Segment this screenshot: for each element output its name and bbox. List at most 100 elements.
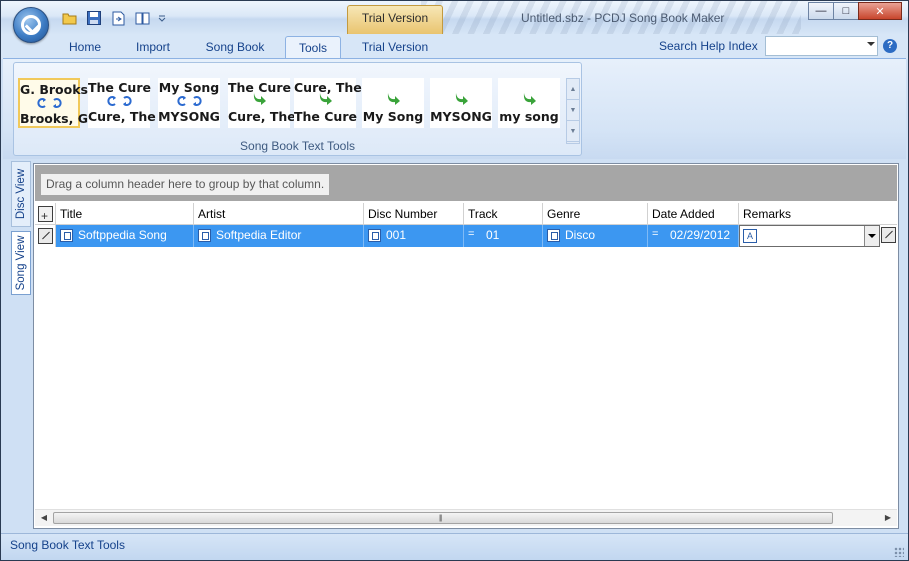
gallery-item-bottom-text: Brooks, G. bbox=[20, 111, 93, 126]
cell-artist[interactable]: Softpedia Editor bbox=[194, 225, 364, 247]
open-folder-icon[interactable] bbox=[61, 10, 79, 26]
gallery-item-case-swap[interactable]: My Song MYSONG bbox=[158, 78, 220, 128]
column-header-track[interactable]: Track bbox=[464, 203, 543, 225]
maximize-button[interactable]: □ bbox=[833, 2, 859, 20]
tab-disc-view[interactable]: Disc View bbox=[11, 161, 31, 227]
help-icon[interactable]: ? bbox=[883, 39, 897, 53]
equals-filter-icon: = bbox=[468, 228, 475, 240]
gallery-item-top-text: G. Brooks bbox=[20, 82, 88, 97]
gallery-item-bottom-text: The Cure bbox=[294, 109, 357, 124]
scroll-grip-icon: ||| bbox=[439, 515, 443, 522]
customize-toolbar-icon[interactable] bbox=[157, 10, 167, 26]
minimize-button[interactable]: — bbox=[808, 2, 834, 20]
gallery-item-top-text: The Cure bbox=[88, 80, 151, 95]
cell-disc-number[interactable]: 001 bbox=[364, 225, 464, 247]
green-down-arrow-icon bbox=[455, 93, 468, 105]
cell-track-text: 01 bbox=[486, 228, 500, 242]
text-field-icon bbox=[368, 229, 381, 242]
gallery-item-lower-case[interactable]: my song bbox=[498, 78, 560, 128]
export-document-icon[interactable] bbox=[109, 10, 127, 26]
column-chooser-button[interactable] bbox=[35, 203, 56, 225]
scroll-left-icon[interactable]: ◀ bbox=[39, 513, 49, 523]
column-header-artist[interactable]: Artist bbox=[194, 203, 364, 225]
gallery-item-top-text: My Song bbox=[158, 80, 220, 95]
column-header-disc-number[interactable]: Disc Number bbox=[364, 203, 464, 225]
cell-date-added-text: 02/29/2012 bbox=[670, 228, 731, 242]
column-header-title[interactable]: Title bbox=[56, 203, 194, 225]
gallery-scrollbar[interactable]: ▲ ▼ ▼ bbox=[566, 78, 580, 144]
column-header-row: Title Artist Disc Number Track Genre Dat… bbox=[35, 203, 897, 225]
window-controls: — □ ✕ bbox=[808, 2, 902, 20]
song-grid: Drag a column header here to group by th… bbox=[33, 163, 899, 529]
gallery-item-bottom-text: Cure, The bbox=[228, 109, 296, 124]
quick-access-toolbar bbox=[61, 10, 167, 28]
resize-grip-icon[interactable] bbox=[894, 547, 904, 557]
column-header-genre[interactable]: Genre bbox=[543, 203, 648, 225]
horizontal-scrollbar[interactable]: ◀ ||| ▶ bbox=[35, 509, 897, 526]
column-header-remarks[interactable]: Remarks bbox=[739, 203, 897, 225]
tab-song-view-label: Song View bbox=[15, 235, 27, 291]
column-header-date-added[interactable]: Date Added bbox=[648, 203, 739, 225]
gallery-item-bottom-text: Cure, The bbox=[88, 109, 156, 124]
green-down-arrow-icon bbox=[387, 93, 400, 105]
tab-tools[interactable]: Tools bbox=[285, 36, 341, 59]
cell-track[interactable]: = 01 bbox=[464, 225, 543, 247]
gallery-scroll-down-icon[interactable]: ▼ bbox=[567, 100, 579, 121]
status-text: Song Book Text Tools bbox=[10, 538, 125, 552]
tab-song-view[interactable]: Song View bbox=[11, 231, 31, 295]
cell-disc-number-text: 001 bbox=[386, 228, 407, 242]
save-icon[interactable] bbox=[85, 10, 103, 26]
column-chooser-icon[interactable] bbox=[38, 205, 53, 225]
tab-trial-version[interactable]: Trial Version bbox=[353, 36, 437, 59]
cell-date-added[interactable]: = 02/29/2012 bbox=[648, 225, 739, 247]
swap-arrows-icon bbox=[20, 97, 78, 109]
green-down-arrow-icon bbox=[253, 93, 266, 105]
green-down-arrow-icon bbox=[523, 93, 536, 105]
row-clear-filter-icon[interactable] bbox=[881, 227, 896, 243]
scroll-right-icon[interactable]: ▶ bbox=[883, 513, 893, 523]
gallery-item-move-article-end[interactable]: The Cure Cure, The bbox=[228, 78, 296, 128]
title-bar: Trial Version Untitled.sbz - PCDJ Song B… bbox=[1, 1, 908, 34]
tab-disc-view-label: Disc View bbox=[15, 168, 27, 220]
row-selector[interactable] bbox=[35, 225, 56, 247]
tab-import[interactable]: Import bbox=[124, 36, 182, 59]
cell-artist-text: Softpedia Editor bbox=[216, 228, 302, 242]
app-logo-icon bbox=[21, 15, 41, 35]
status-bar: Song Book Text Tools bbox=[1, 533, 908, 560]
contextual-tab-title: Trial Version bbox=[347, 5, 443, 34]
cell-title-text: Softppedia Song bbox=[78, 228, 167, 242]
group-by-hint: Drag a column header here to group by th… bbox=[41, 174, 330, 195]
gallery-item-bottom-text: MYSONG bbox=[158, 109, 220, 124]
gallery-item-article-swap[interactable]: The Cure Cure, The bbox=[88, 78, 156, 128]
chevron-down-icon[interactable] bbox=[864, 226, 879, 246]
song-book-icon[interactable] bbox=[133, 10, 151, 26]
gallery-scroll-up-icon[interactable]: ▲ bbox=[567, 79, 579, 100]
close-button[interactable]: ✕ bbox=[858, 2, 902, 20]
equals-filter-icon: = bbox=[652, 228, 659, 240]
chevron-down-icon[interactable] bbox=[867, 42, 875, 46]
gallery-item-bottom-text: My Song bbox=[362, 109, 424, 124]
text-tools-gallery: G. Brooks Brooks, G. The Cure Cure, The bbox=[18, 78, 580, 144]
text-field-icon: A bbox=[743, 229, 757, 243]
cell-remarks-dropdown[interactable]: A bbox=[739, 225, 880, 247]
tab-song-book[interactable]: Song Book bbox=[195, 36, 275, 59]
row-edit-icon[interactable] bbox=[38, 228, 53, 244]
gallery-item-upper-case[interactable]: MYSONG bbox=[430, 78, 492, 128]
swap-arrows-icon bbox=[88, 95, 150, 107]
gallery-item-title-case[interactable]: My Song bbox=[362, 78, 424, 128]
cell-genre[interactable]: Disco bbox=[543, 225, 648, 247]
scroll-thumb[interactable]: ||| bbox=[53, 512, 833, 524]
application-menu-button[interactable] bbox=[13, 7, 49, 43]
cell-title[interactable]: Softppedia Song bbox=[56, 225, 194, 247]
search-help-label: Search Help Index bbox=[659, 39, 758, 53]
tab-home[interactable]: Home bbox=[58, 36, 112, 59]
text-field-icon bbox=[198, 229, 211, 242]
table-row[interactable]: Softppedia Song Softpedia Editor 001 = 01… bbox=[35, 225, 897, 247]
search-help-input[interactable] bbox=[765, 36, 878, 56]
cell-genre-text: Disco bbox=[565, 228, 596, 242]
gallery-item-name-swap[interactable]: G. Brooks Brooks, G. bbox=[18, 78, 93, 128]
gallery-item-bottom-text: MYSONG bbox=[430, 109, 492, 124]
ribbon-tab-bar: Home Import Song Book Tools Trial Versio… bbox=[1, 34, 908, 59]
group-by-panel[interactable]: Drag a column header here to group by th… bbox=[35, 165, 897, 201]
gallery-item-move-article-front[interactable]: Cure, The The Cure bbox=[294, 78, 362, 128]
